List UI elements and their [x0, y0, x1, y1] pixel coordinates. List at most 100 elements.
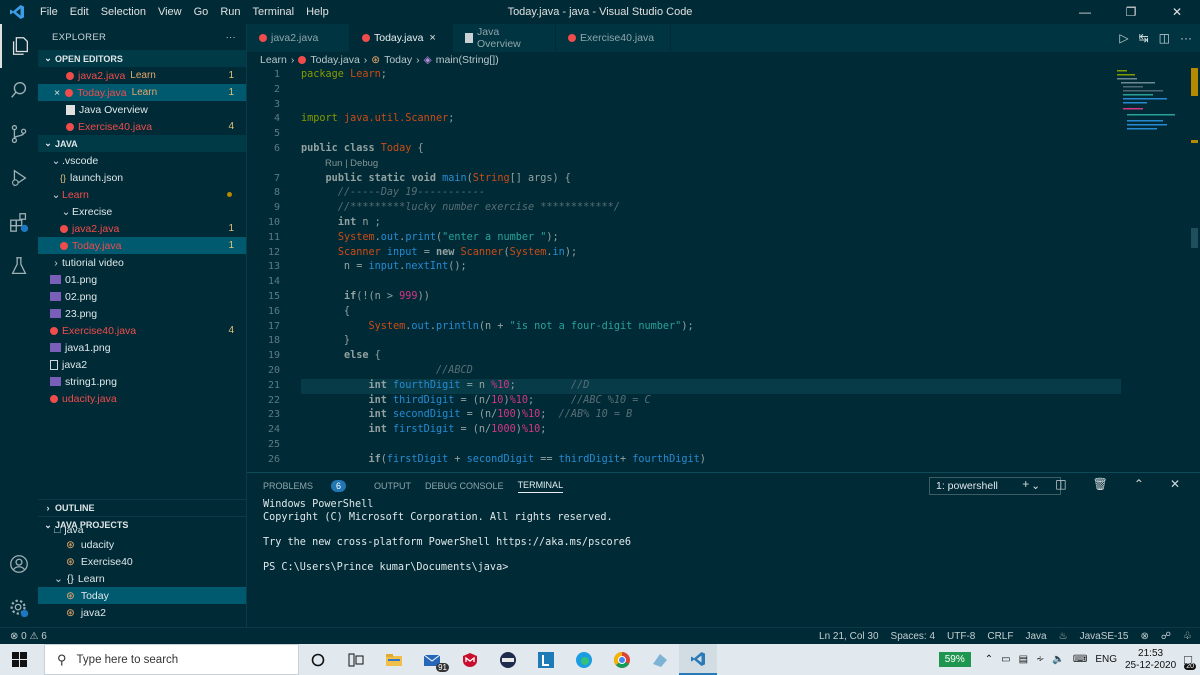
java-project-item[interactable]: ⊛ Exercise40	[38, 553, 246, 570]
indentation[interactable]: Spaces: 4	[891, 631, 935, 642]
breadcrumb-item[interactable]: main(String[])	[436, 54, 499, 66]
network-icon[interactable]: ▤	[1019, 654, 1028, 665]
run-debug-icon[interactable]	[0, 156, 38, 200]
cortana-icon[interactable]	[299, 644, 337, 675]
tab-today[interactable]: Today.java ×	[350, 24, 453, 52]
testing-icon[interactable]	[0, 244, 38, 288]
windows-start-icon[interactable]	[0, 644, 38, 675]
feedback-icon[interactable]: ☍	[1161, 631, 1171, 642]
vscode-taskbar-icon[interactable]	[679, 644, 717, 675]
menu-run[interactable]: Run	[214, 0, 246, 24]
new-terminal-icon[interactable]: +	[1022, 477, 1029, 491]
menu-help[interactable]: Help	[300, 0, 335, 24]
code-line[interactable]	[301, 438, 1121, 453]
tree-item[interactable]: ⌄ Learn	[38, 186, 246, 203]
open-editor-item[interactable]: java2.java Learn 1	[38, 67, 246, 84]
code-line[interactable]: if(firstDigit + secondDigit == thirdDigi…	[301, 453, 1121, 468]
java-project-item[interactable]: ⌄{} Learn	[38, 570, 246, 587]
tree-item[interactable]: string1.png	[38, 373, 246, 390]
code-line[interactable]	[301, 83, 1121, 98]
settings-gear-icon[interactable]	[0, 586, 38, 630]
problems-status[interactable]: ⊗ 0 ⚠ 6	[10, 631, 47, 642]
tree-item[interactable]: 23.png	[38, 305, 246, 322]
volume-icon[interactable]: 🔈	[1052, 654, 1064, 665]
menu-view[interactable]: View	[152, 0, 188, 24]
tab-exercise40[interactable]: Exercise40.java	[556, 24, 671, 52]
code-line[interactable]: public class Today {	[301, 142, 1121, 157]
minimize-icon[interactable]: —	[1062, 0, 1108, 24]
java-project-item[interactable]: ⊛ Today	[38, 587, 246, 604]
code-line[interactable]: n = input.nextInt();	[301, 260, 1121, 275]
code-line[interactable]: {	[301, 305, 1121, 320]
menu-file[interactable]: File	[34, 0, 64, 24]
terminal-output[interactable]: Windows PowerShell Copyright (C) Microsof…	[247, 499, 1200, 574]
tab-problems[interactable]: PROBLEMS 6	[263, 480, 360, 492]
mcafee-icon[interactable]	[451, 644, 489, 675]
cursor-position[interactable]: Ln 21, Col 30	[819, 631, 879, 642]
tree-item[interactable]: 01.png	[38, 271, 246, 288]
edge-icon[interactable]	[565, 644, 603, 675]
sync-icon[interactable]: ⊗	[1141, 631, 1149, 642]
code-line[interactable]: System.out.print("enter a number ");	[301, 231, 1121, 246]
code-line[interactable]: System.out.println(n + "is not a four-di…	[301, 320, 1121, 335]
learning-app-icon[interactable]	[527, 644, 565, 675]
code-line[interactable]	[301, 275, 1121, 290]
menu-edit[interactable]: Edit	[64, 0, 95, 24]
mail-icon[interactable]: 91	[413, 644, 451, 675]
source-control-icon[interactable]	[0, 112, 38, 156]
extensions-icon[interactable]	[0, 200, 38, 244]
code-line[interactable]: int fourthDigit = n %10; //D	[301, 378, 1121, 394]
breadcrumb-item[interactable]: Today.java	[310, 54, 359, 66]
code-line[interactable]: }	[301, 334, 1121, 349]
tree-item[interactable]: ⌄ .vscode	[38, 152, 246, 169]
tree-item[interactable]: java1.png	[38, 339, 246, 356]
tab-terminal[interactable]: TERMINAL	[517, 480, 564, 493]
taskbar-search[interactable]: ⚲ Type here to search	[44, 644, 299, 675]
tree-item[interactable]: Exercise40.java 4	[38, 322, 246, 339]
code-line[interactable]: else {	[301, 349, 1121, 364]
code-line[interactable]: //*********lucky number exercise *******…	[301, 201, 1121, 216]
menu-go[interactable]: Go	[188, 0, 215, 24]
tab-java-overview[interactable]: Java Overview	[453, 24, 556, 52]
battery-icon[interactable]: ▭	[1001, 654, 1010, 665]
close-panel-icon[interactable]: ✕	[1170, 477, 1180, 491]
tree-item[interactable]: java2.java 1	[38, 220, 246, 237]
clock[interactable]: 21:53 25-12-2020	[1125, 648, 1176, 672]
open-editor-item[interactable]: Exercise40.java 4	[38, 118, 246, 135]
keyboard-icon[interactable]: ⌨	[1073, 654, 1087, 665]
code-line[interactable]: //ABCD	[301, 364, 1121, 379]
code-line[interactable]: //-----Day 19-----------	[301, 186, 1121, 201]
code-line[interactable]: int secondDigit = (n/100)%10; //AB% 10 =…	[301, 408, 1121, 423]
open-editors-section[interactable]: ⌄ OPEN EDITORS	[38, 50, 246, 67]
menu-selection[interactable]: Selection	[95, 0, 152, 24]
search-icon[interactable]	[0, 68, 38, 112]
outline-section[interactable]: › OUTLINE	[38, 499, 246, 516]
encoding[interactable]: UTF-8	[947, 631, 975, 642]
more-actions-icon[interactable]: ···	[226, 32, 236, 43]
tab-java2[interactable]: java2.java	[247, 24, 350, 52]
vertical-scrollbar[interactable]	[1189, 68, 1200, 468]
tree-item[interactable]: udacity.java	[38, 390, 246, 407]
tab-output[interactable]: OUTPUT	[374, 481, 411, 491]
photos-icon[interactable]	[641, 644, 679, 675]
open-editor-item[interactable]: × Today.java Learn 1	[38, 84, 246, 101]
tree-item[interactable]: {} launch.json	[38, 169, 246, 186]
close-tab-icon[interactable]: ×	[429, 32, 435, 44]
tree-item[interactable]: java2	[38, 356, 246, 373]
code-line[interactable]: int firstDigit = (n/1000)%10;	[301, 423, 1121, 438]
java-project-item[interactable]: □ java	[38, 528, 246, 536]
more-icon[interactable]: ···	[1180, 31, 1192, 45]
close-icon[interactable]: ×	[54, 87, 60, 99]
battery-indicator[interactable]: 59%	[938, 652, 971, 667]
breadcrumb-item[interactable]: Learn	[260, 54, 287, 66]
breadcrumb-item[interactable]: Today	[384, 54, 412, 66]
maximize-panel-icon[interactable]: ⌃	[1134, 477, 1144, 491]
app-icon[interactable]	[489, 644, 527, 675]
language-mode[interactable]: Java	[1025, 631, 1046, 642]
code-line[interactable]: Scanner input = new Scanner(System.in);	[301, 246, 1121, 261]
wifi-icon[interactable]: ∻	[1036, 654, 1044, 665]
java-folder-section[interactable]: ⌄ JAVA	[38, 135, 246, 152]
java-project-item[interactable]: ⊛ java2	[38, 604, 246, 621]
code-line[interactable]: int n ;	[301, 216, 1121, 231]
menu-terminal[interactable]: Terminal	[247, 0, 301, 24]
